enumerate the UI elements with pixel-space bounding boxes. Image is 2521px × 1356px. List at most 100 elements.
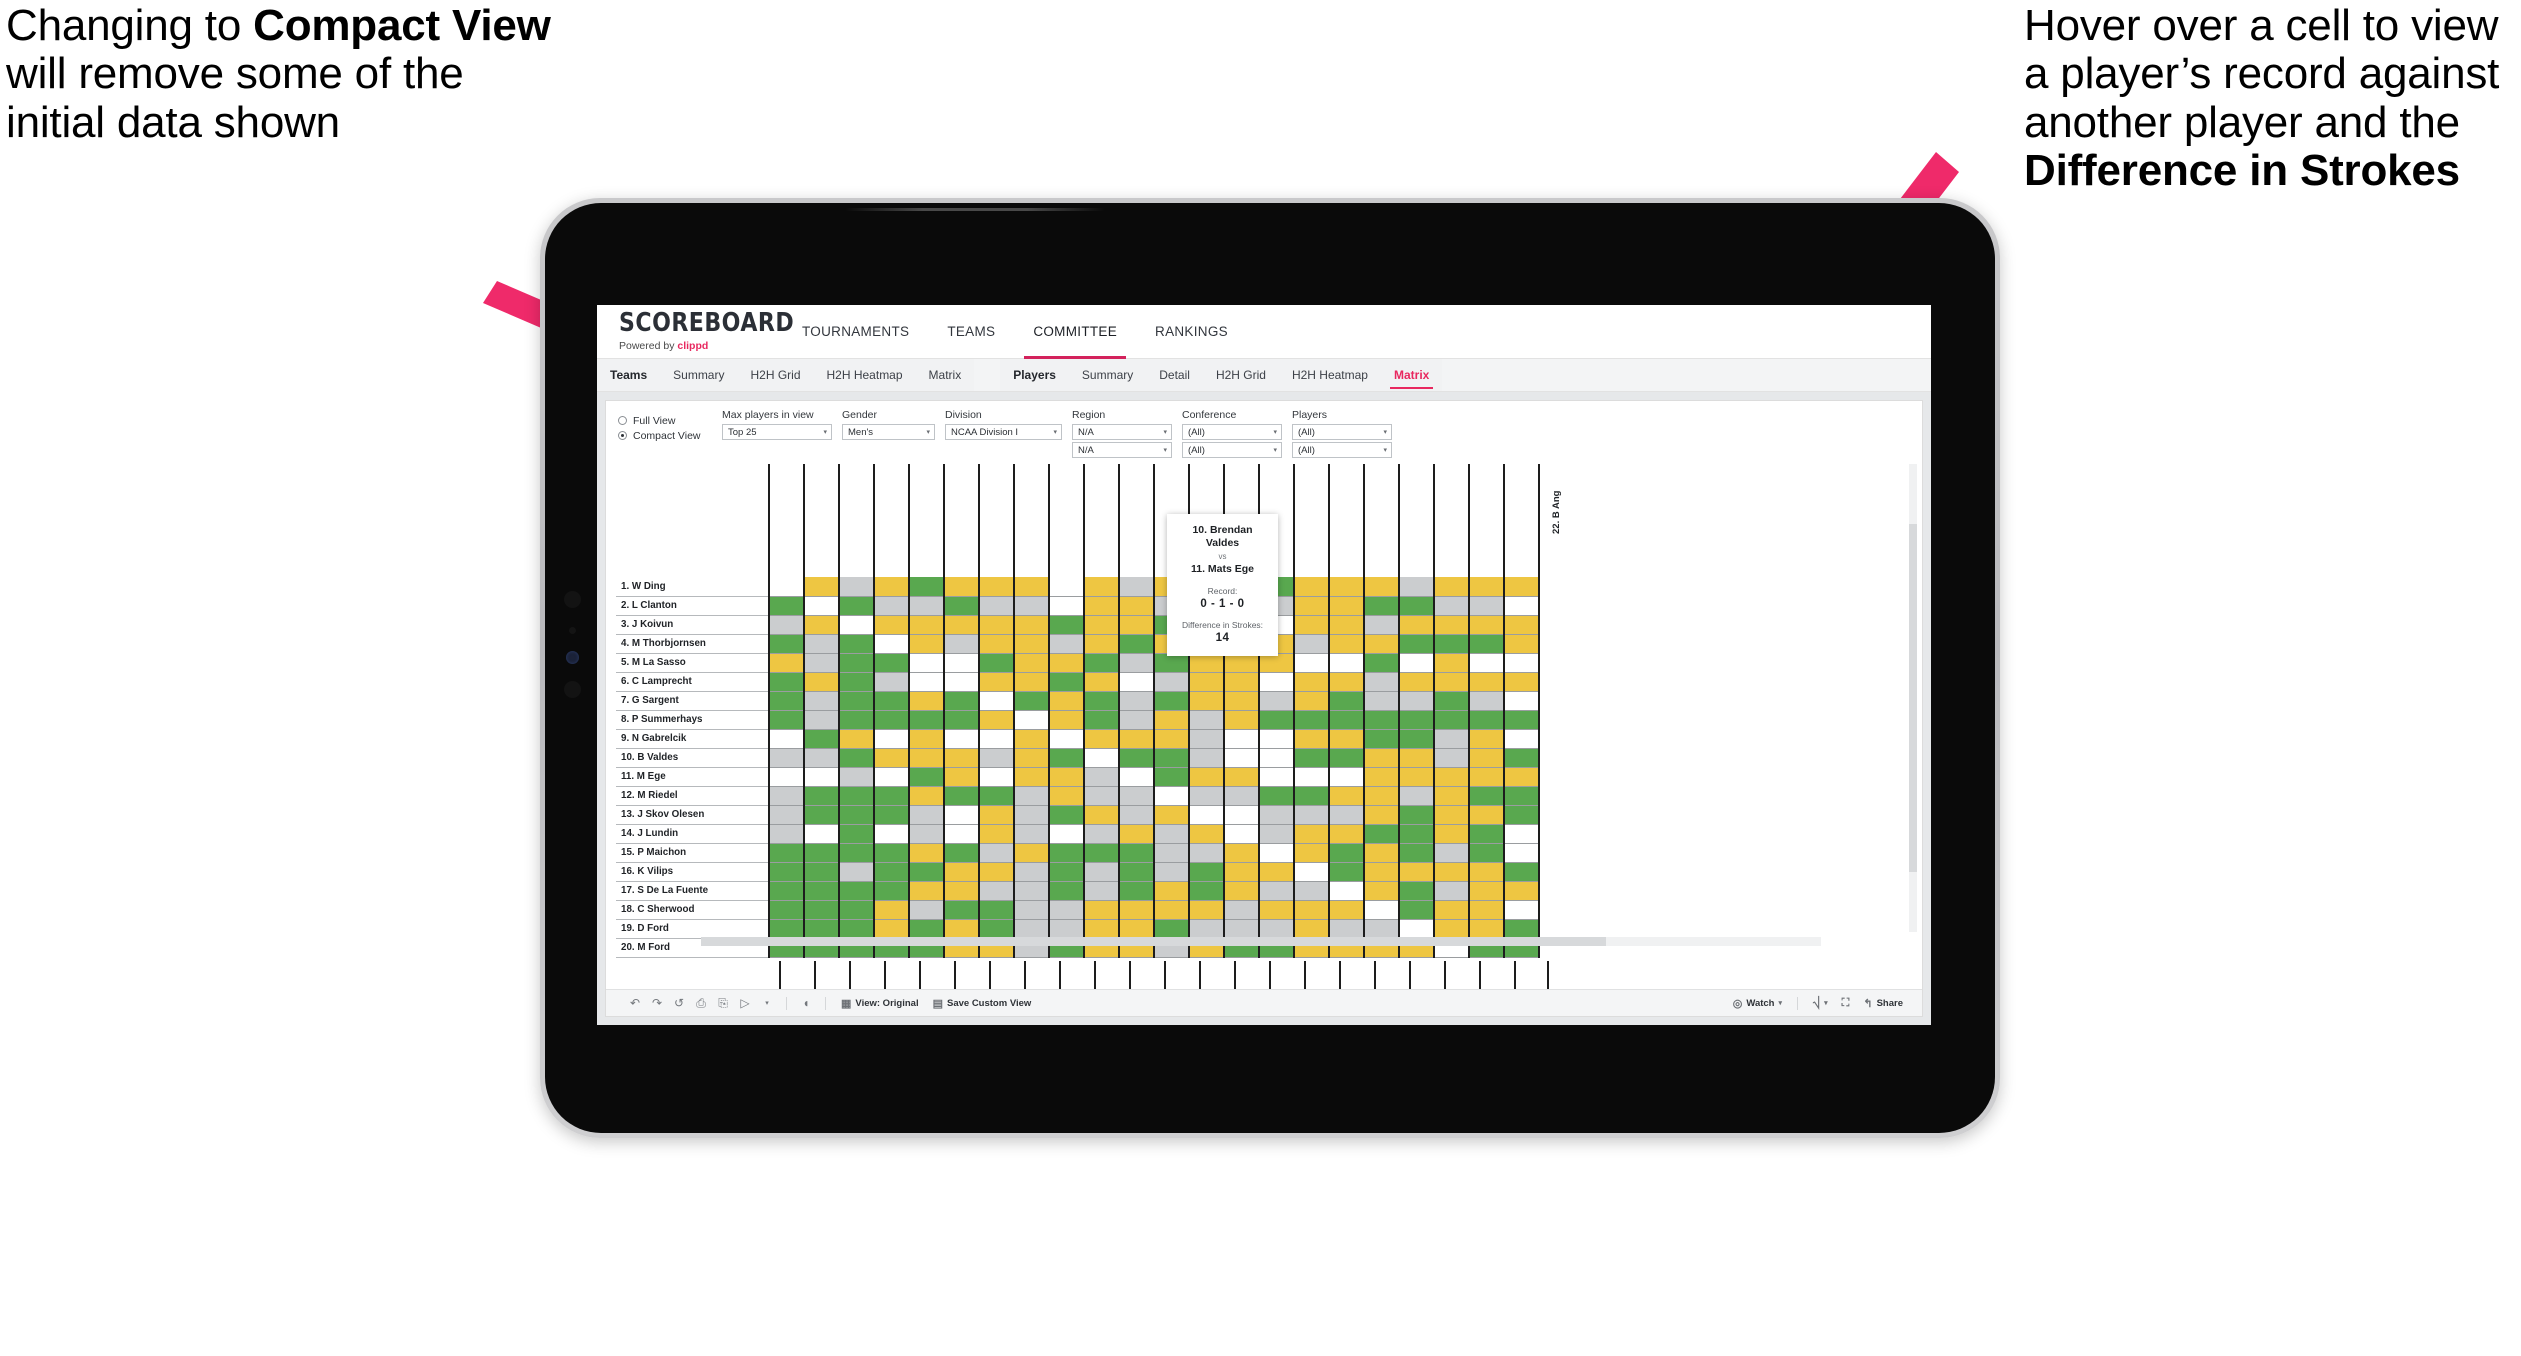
matrix-cell[interactable] — [1328, 748, 1364, 768]
matrix-cell[interactable] — [1048, 748, 1084, 768]
matrix-cell[interactable] — [1433, 729, 1469, 749]
matrix-row-label[interactable]: 13. J Skov Olesen — [616, 805, 769, 825]
matrix-cell[interactable] — [838, 786, 874, 806]
matrix-cell[interactable] — [943, 786, 979, 806]
matrix-cell[interactable] — [1293, 672, 1329, 692]
tab-h2h-grid[interactable]: H2H Grid — [737, 359, 813, 391]
matrix-cell[interactable] — [1188, 748, 1224, 768]
view-original-button[interactable]: ▦ View: Original — [834, 993, 926, 1013]
matrix-cell[interactable] — [1503, 824, 1540, 844]
matrix-cell[interactable] — [1363, 805, 1399, 825]
matrix-cell[interactable] — [1433, 900, 1469, 920]
matrix-cell[interactable] — [1503, 881, 1540, 901]
matrix-row-label[interactable]: 14. J Lundin — [616, 824, 769, 844]
matrix-cell[interactable] — [873, 805, 909, 825]
matrix-cell[interactable] — [1153, 767, 1189, 787]
matrix-cell[interactable] — [943, 919, 979, 939]
matrix-cell[interactable] — [1258, 919, 1294, 939]
matrix-cell[interactable] — [873, 786, 909, 806]
matrix-cell[interactable] — [1083, 786, 1119, 806]
matrix-cell[interactable] — [1013, 786, 1049, 806]
matrix-cell[interactable] — [768, 691, 804, 711]
matrix-column-header[interactable]: 11. M Ege — [1118, 464, 1177, 577]
matrix-cell[interactable] — [1258, 729, 1294, 749]
matrix-cell[interactable] — [1083, 729, 1119, 749]
refresh-icon[interactable]: ⎙ — [690, 993, 712, 1013]
matrix-cell[interactable] — [1363, 691, 1399, 711]
matrix-cell[interactable] — [1153, 919, 1189, 939]
matrix-cell[interactable] — [1188, 786, 1224, 806]
matrix-cell[interactable] — [1083, 824, 1119, 844]
matrix-cell[interactable] — [803, 615, 839, 635]
matrix-cell[interactable] — [1398, 672, 1434, 692]
matrix-cell[interactable] — [1503, 710, 1540, 730]
tab-summary[interactable]: Summary — [660, 359, 737, 391]
matrix-cell[interactable] — [908, 653, 944, 673]
matrix-cell[interactable] — [768, 805, 804, 825]
matrix-cell[interactable] — [1048, 596, 1084, 616]
matrix-cell[interactable] — [803, 634, 839, 654]
matrix-cell[interactable] — [1083, 710, 1119, 730]
matrix-cell[interactable] — [978, 786, 1014, 806]
matrix-cell[interactable] — [1328, 786, 1364, 806]
matrix-cell[interactable] — [838, 729, 874, 749]
matrix-cell[interactable] — [768, 596, 804, 616]
matrix-cell[interactable] — [908, 748, 944, 768]
matrix-cell[interactable] — [1433, 615, 1469, 635]
matrix-cell[interactable] — [1468, 900, 1504, 920]
matrix-cell[interactable] — [1468, 786, 1504, 806]
matrix-cell[interactable] — [1468, 653, 1504, 673]
matrix-cell[interactable] — [943, 691, 979, 711]
matrix-cell[interactable] — [1223, 824, 1259, 844]
matrix-cell[interactable] — [1468, 729, 1504, 749]
matrix-cell[interactable] — [1363, 672, 1399, 692]
matrix-cell[interactable] — [1363, 729, 1399, 749]
matrix-cell[interactable] — [978, 729, 1014, 749]
matrix-cell[interactable] — [1083, 615, 1119, 635]
alerts-icon[interactable]: ▷ — [734, 993, 756, 1013]
matrix-cell[interactable] — [1118, 672, 1154, 692]
matrix-cell[interactable] — [1328, 824, 1364, 844]
matrix-cell[interactable] — [803, 691, 839, 711]
vertical-scrollbar[interactable] — [1909, 464, 1917, 932]
matrix-cell[interactable] — [1328, 596, 1364, 616]
matrix-cell[interactable] — [1258, 710, 1294, 730]
matrix-cell[interactable] — [1223, 691, 1259, 711]
matrix-cell[interactable] — [1293, 862, 1329, 882]
matrix-cell[interactable] — [1153, 786, 1189, 806]
matrix-cell[interactable] — [838, 577, 874, 597]
matrix-cell[interactable] — [1048, 786, 1084, 806]
matrix-cell[interactable] — [803, 786, 839, 806]
matrix-row-label[interactable]: 8. P Summerhays — [616, 710, 769, 730]
matrix-cell[interactable] — [978, 919, 1014, 939]
matrix-cell[interactable] — [873, 919, 909, 939]
matrix-cell[interactable] — [1118, 862, 1154, 882]
matrix-cell[interactable] — [768, 672, 804, 692]
matrix-cell[interactable] — [1328, 805, 1364, 825]
matrix-cell[interactable] — [803, 653, 839, 673]
matrix-cell[interactable] — [1398, 710, 1434, 730]
matrix-row-label[interactable]: 10. B Valdes — [616, 748, 769, 768]
matrix-cell[interactable] — [803, 710, 839, 730]
matrix-cell[interactable] — [978, 634, 1014, 654]
matrix-cell[interactable] — [1118, 767, 1154, 787]
matrix-cell[interactable] — [873, 862, 909, 882]
matrix-row-label[interactable]: 18. C Sherwood — [616, 900, 769, 920]
matrix-cell[interactable] — [1398, 843, 1434, 863]
matrix-cell[interactable] — [908, 881, 944, 901]
matrix-cell[interactable] — [873, 824, 909, 844]
matrix-column-header[interactable]: 5. M La Sasso — [908, 464, 967, 577]
fullscreen-button[interactable]: ⛶ — [1835, 993, 1857, 1013]
matrix-cell[interactable] — [1223, 710, 1259, 730]
matrix-cell[interactable] — [1363, 748, 1399, 768]
matrix-cell[interactable] — [1293, 729, 1329, 749]
matrix-cell[interactable] — [1293, 900, 1329, 920]
radio-compact-view-icon[interactable] — [618, 431, 627, 440]
matrix-cell[interactable] — [1223, 672, 1259, 692]
matrix-cell[interactable] — [873, 634, 909, 654]
matrix-cell[interactable] — [1013, 900, 1049, 920]
tab-detail[interactable]: Detail — [1146, 359, 1203, 391]
matrix-cell[interactable] — [1503, 748, 1540, 768]
matrix-cell[interactable] — [838, 672, 874, 692]
matrix-cell[interactable] — [1363, 900, 1399, 920]
